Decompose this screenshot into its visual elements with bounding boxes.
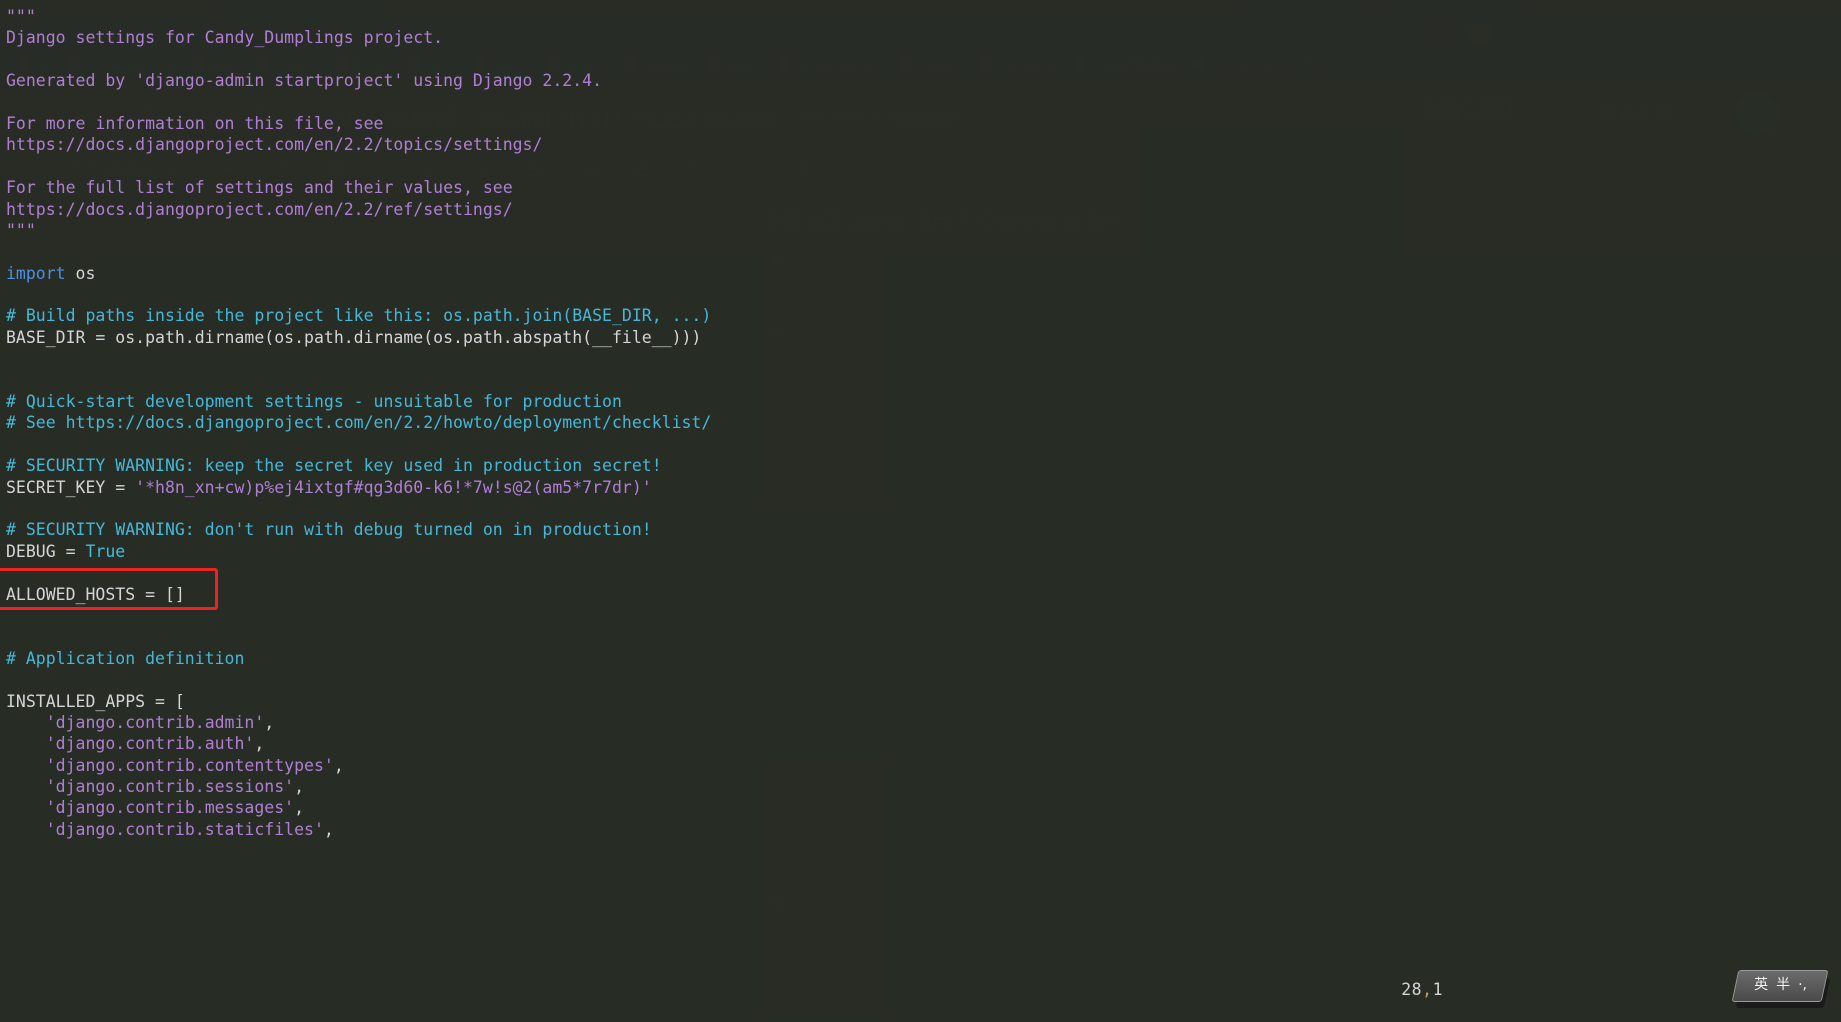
code-line[interactable]: https://docs.djangoproject.com/en/2.2/re…	[6, 199, 1841, 220]
code-token: INSTALLED_APPS = [	[6, 691, 185, 711]
code-line[interactable]: 'django.contrib.staticfiles',	[6, 819, 1841, 840]
code-token: https://docs.djangoproject.com/en/2.2/re…	[6, 199, 513, 219]
status-column-number: 1	[1432, 979, 1443, 999]
code-line[interactable]: For the full list of settings and their …	[6, 177, 1841, 198]
ime-mode-label: 英	[1753, 977, 1768, 994]
code-line[interactable]: SECRET_KEY = '*h8n_xn+cw)p%ej4ixtgf#qg3d…	[6, 477, 1841, 498]
code-line[interactable]	[6, 370, 1841, 391]
code-line[interactable]: # SECURITY WARNING: keep the secret key …	[6, 455, 1841, 476]
code-token: For the full list of settings and their …	[6, 178, 513, 198]
code-line[interactable]	[6, 92, 1841, 113]
code-token: 'django.contrib.admin'	[45, 712, 265, 732]
code-token: 'django.contrib.auth'	[45, 734, 255, 754]
code-line[interactable]: 'django.contrib.messages',	[6, 797, 1841, 818]
code-token: os	[65, 263, 96, 283]
code-token: True	[85, 541, 126, 561]
code-token: ,	[294, 777, 305, 797]
code-line[interactable]: import os	[6, 263, 1841, 284]
terminal-window[interactable]: """ Django settings for Candy_Dumplings p…	[0, 0, 1841, 1022]
code-line[interactable]	[6, 156, 1841, 177]
ime-width-label: 半	[1775, 977, 1790, 994]
code-token: https://docs.djangoproject.com/en/2.2/to…	[6, 135, 543, 155]
code-token: 'django.contrib.contenttypes'	[45, 755, 334, 775]
code-token: 'django.contrib.messages'	[45, 798, 295, 818]
code-token: import	[6, 263, 66, 283]
code-line[interactable]: Generated by 'django-admin startproject'…	[6, 70, 1841, 91]
code-line[interactable]: https://docs.djangoproject.com/en/2.2/to…	[6, 134, 1841, 155]
code-token: # Build paths inside the project like th…	[6, 306, 712, 326]
code-token: SECRET_KEY =	[6, 477, 136, 497]
code-line[interactable]	[6, 498, 1841, 519]
status-separator: ,	[1422, 979, 1433, 999]
code-token: Generated by 'django-admin startproject'…	[6, 71, 603, 91]
code-token: ,	[254, 734, 265, 754]
code-token: # Quick-start development settings - uns…	[6, 392, 622, 412]
code-line[interactable]: 'django.contrib.contenttypes',	[6, 755, 1841, 776]
code-token: '*h8n_xn+cw)p%ej4ixtgf#qg3d60-k6!*7w!s@2…	[135, 477, 652, 497]
code-line[interactable]: BASE_DIR = os.path.dirname(os.path.dirna…	[6, 327, 1841, 348]
code-token: DEBUG =	[6, 541, 86, 561]
code-token: # SECURITY WARNING: don't run with debug…	[6, 520, 652, 540]
code-line[interactable]: DEBUG = True	[6, 541, 1841, 562]
code-line[interactable]: 'django.contrib.admin',	[6, 712, 1841, 733]
code-line[interactable]: """	[6, 6, 1841, 27]
code-line[interactable]	[6, 605, 1841, 626]
code-token: ,	[323, 819, 334, 839]
code-line[interactable]: """	[6, 220, 1841, 241]
ime-punctuation-label: ·,	[1797, 977, 1807, 994]
code-line[interactable]: # Application definition	[6, 648, 1841, 669]
code-line[interactable]	[6, 241, 1841, 262]
code-token: For more information on this file, see	[6, 113, 384, 133]
code-token: # See https://docs.djangoproject.com/en/…	[6, 413, 712, 433]
code-line[interactable]: INSTALLED_APPS = [	[6, 691, 1841, 712]
code-token: 'django.contrib.sessions'	[45, 777, 295, 797]
code-line[interactable]: ALLOWED_HOSTS = []	[6, 584, 1841, 605]
code-token: BASE_DIR = os.path.dirname(os.path.dirna…	[6, 327, 702, 347]
code-line[interactable]	[6, 562, 1841, 583]
code-line[interactable]	[6, 284, 1841, 305]
code-line[interactable]: # Quick-start development settings - uns…	[6, 391, 1841, 412]
code-line[interactable]	[6, 348, 1841, 369]
code-line[interactable]	[6, 49, 1841, 70]
code-line[interactable]: For more information on this file, see	[6, 113, 1841, 134]
code-token: ,	[264, 712, 275, 732]
code-line[interactable]: # Build paths inside the project like th…	[6, 305, 1841, 326]
cursor-position-status: 28,1	[1401, 979, 1443, 1000]
code-line[interactable]: # See https://docs.djangoproject.com/en/…	[6, 412, 1841, 433]
code-token: # Application definition	[6, 648, 245, 668]
status-line-number: 28	[1401, 979, 1423, 999]
code-token: ALLOWED_HOSTS = []	[6, 584, 185, 604]
code-token: Django settings for Candy_Dumplings proj…	[6, 28, 444, 48]
code-line[interactable]: # SECURITY WARNING: don't run with debug…	[6, 519, 1841, 540]
code-line[interactable]	[6, 669, 1841, 690]
code-line[interactable]	[6, 626, 1841, 647]
code-token: ,	[333, 755, 344, 775]
code-line[interactable]	[6, 434, 1841, 455]
code-editor-viewport[interactable]: """ Django settings for Candy_Dumplings p…	[6, 6, 1841, 840]
ime-plate[interactable]: 英 半 ·,	[1731, 970, 1829, 1002]
code-line[interactable]: 'django.contrib.sessions',	[6, 776, 1841, 797]
code-token: ,	[294, 798, 305, 818]
ime-status-indicator[interactable]: 英 半 ·,	[1731, 970, 1831, 1010]
code-token: """	[6, 220, 36, 240]
code-token: 'django.contrib.staticfiles'	[45, 819, 324, 839]
code-token: # SECURITY WARNING: keep the secret key …	[6, 456, 662, 476]
code-line[interactable]: Django settings for Candy_Dumplings proj…	[6, 27, 1841, 48]
code-token: """	[6, 7, 36, 26]
code-line[interactable]: 'django.contrib.auth',	[6, 733, 1841, 754]
